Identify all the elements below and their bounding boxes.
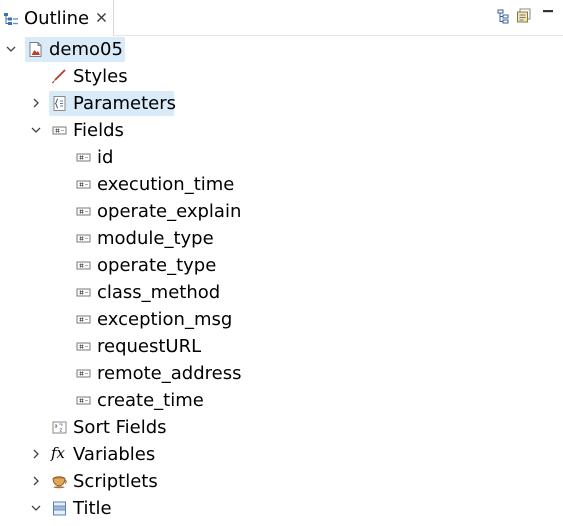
- field-icon: [76, 315, 91, 324]
- tree-node-label: Parameters: [73, 93, 177, 114]
- field-icon: [76, 396, 91, 405]
- tree-node-field[interactable]: create_time: [0, 387, 563, 414]
- tree-node-label: Title: [73, 498, 112, 519]
- tree-node-field[interactable]: operate_explain: [0, 198, 563, 225]
- tree-node-scriptlets[interactable]: Scriptlets: [0, 468, 563, 495]
- view-menu-icon[interactable]: [540, 6, 556, 22]
- tree-node-label: demo05: [49, 39, 123, 60]
- close-icon[interactable]: [95, 11, 108, 24]
- tree-node-label: create_time: [97, 390, 204, 411]
- tree-node-styles[interactable]: Styles: [0, 63, 563, 90]
- sort-icon: a z: [52, 421, 67, 434]
- link-icon[interactable]: [495, 8, 511, 24]
- tree-node-field[interactable]: class_method: [0, 279, 563, 306]
- tree-node-title[interactable]: Title: [0, 495, 563, 522]
- tree-node-label: exception_msg: [97, 309, 233, 330]
- svg-text:a: a: [55, 424, 58, 430]
- tree-node-sort-fields[interactable]: a z Sort Fields: [0, 414, 563, 441]
- field-icon: [76, 288, 91, 297]
- field-icon: [76, 207, 91, 216]
- outline-tree: demo05 Styles Parameters Fields id execu…: [0, 36, 563, 526]
- tree-node-parameters[interactable]: Parameters: [0, 90, 563, 117]
- tree-node-field[interactable]: requestURL: [0, 333, 563, 360]
- tree-node-label: operate_explain: [97, 201, 242, 222]
- report-icon: [29, 42, 42, 57]
- tree-node-variables[interactable]: fx Variables: [0, 441, 563, 468]
- collapse-all-icon[interactable]: [516, 8, 532, 24]
- tree-node-root[interactable]: demo05: [0, 36, 563, 63]
- tree-node-fields[interactable]: Fields: [0, 117, 563, 144]
- cup-icon: [52, 476, 67, 489]
- tree-node-field[interactable]: module_type: [0, 225, 563, 252]
- tree-node-label: module_type: [97, 228, 214, 249]
- field-icon: [76, 342, 91, 351]
- field-icon: [76, 261, 91, 270]
- tree-node-field[interactable]: exception_msg: [0, 306, 563, 333]
- chevron-right-icon[interactable]: [30, 475, 42, 487]
- outline-icon: [4, 13, 18, 25]
- tree-node-label: execution_time: [97, 174, 235, 195]
- tab-title: Outline: [24, 8, 90, 29]
- tree-node-field[interactable]: execution_time: [0, 171, 563, 198]
- field-icon: [76, 153, 91, 162]
- tree-node-field[interactable]: operate_type: [0, 252, 563, 279]
- chevron-down-icon[interactable]: [5, 43, 17, 55]
- tree-node-label: operate_type: [97, 255, 217, 276]
- outline-tab[interactable]: Outline: [0, 0, 114, 36]
- chevron-down-icon[interactable]: [30, 502, 42, 514]
- chevron-right-icon[interactable]: [30, 448, 42, 460]
- tree-node-label: Fields: [73, 120, 124, 141]
- tree-node-label: remote_address: [97, 363, 242, 384]
- field-icon: [76, 234, 91, 243]
- tree-node-label: Sort Fields: [73, 417, 167, 438]
- brush-icon: [52, 69, 66, 84]
- chevron-right-icon[interactable]: [30, 97, 42, 109]
- parameters-icon: [53, 96, 66, 111]
- tree-node-label: Styles: [73, 66, 128, 87]
- tree-node-label: Scriptlets: [73, 471, 158, 492]
- tree-node-label: id: [97, 147, 114, 168]
- chevron-down-icon[interactable]: [30, 124, 42, 136]
- tree-node-label: requestURL: [97, 336, 202, 357]
- field-icon: [52, 126, 67, 135]
- function-icon: fx: [51, 444, 66, 462]
- tree-node-label: class_method: [97, 282, 221, 303]
- tree-node-field[interactable]: id: [0, 144, 563, 171]
- tree-node-field[interactable]: remote_address: [0, 360, 563, 387]
- view-tab-bar: Outline: [0, 0, 563, 36]
- tree-node-label: Variables: [73, 444, 156, 465]
- field-icon: [76, 369, 91, 378]
- svg-text:z: z: [60, 428, 63, 434]
- band-icon: [53, 501, 66, 516]
- field-icon: [76, 180, 91, 189]
